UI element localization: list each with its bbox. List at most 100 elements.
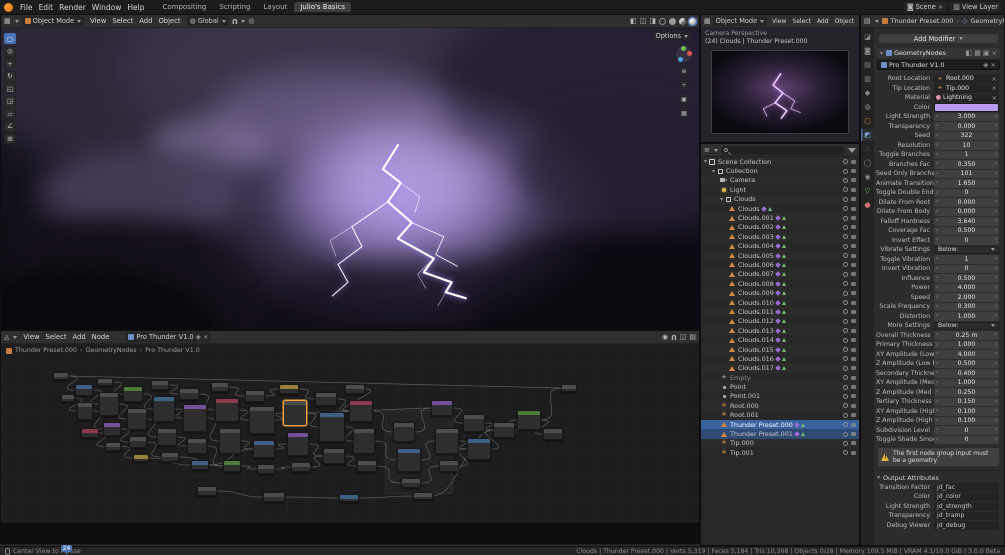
- field-material[interactable]: Lightning ×: [934, 93, 999, 102]
- disable-render-toggle[interactable]: [851, 319, 856, 324]
- tool-add-primitive[interactable]: ⊞: [4, 133, 16, 144]
- outliner-item-root-000[interactable]: Root.000: [701, 401, 859, 411]
- outliner-item-thunder-preset-001[interactable]: Thunder Preset.001: [701, 429, 859, 439]
- disable-render-toggle[interactable]: [851, 234, 856, 239]
- fake-user-icon[interactable]: ◈: [196, 333, 201, 341]
- hide-viewport-toggle[interactable]: [843, 347, 848, 352]
- outliner-item-clouds-003[interactable]: Clouds.003: [701, 232, 859, 242]
- field-branches-fac[interactable]: 0.350: [934, 160, 999, 169]
- disable-render-toggle[interactable]: [851, 225, 856, 230]
- snap-magnet-icon[interactable]: U: [232, 17, 238, 25]
- outliner-item-clouds-006[interactable]: Clouds.006: [701, 260, 859, 270]
- node[interactable]: [413, 492, 433, 500]
- node[interactable]: [183, 404, 207, 432]
- arrange-icon[interactable]: ▤: [689, 333, 696, 341]
- disable-render-toggle[interactable]: [851, 347, 856, 352]
- transform-orientation[interactable]: ◍ Global: [186, 16, 229, 26]
- hide-viewport-toggle[interactable]: [843, 450, 848, 456]
- field-invert-effect[interactable]: 0: [934, 236, 999, 245]
- field-dilate-from-body[interactable]: 0.000: [934, 207, 999, 216]
- outliner-item-root-001[interactable]: Root.001: [701, 410, 859, 420]
- outliner-item-clouds-002[interactable]: Clouds.002: [701, 222, 859, 233]
- hide-viewport-toggle[interactable]: [843, 440, 848, 446]
- field-transparency[interactable]: jd_tramp: [934, 511, 999, 520]
- viewport-menu-object[interactable]: Object: [155, 17, 183, 25]
- xray-icon[interactable]: ◨: [649, 17, 656, 25]
- node[interactable]: [151, 380, 169, 390]
- scene-selector[interactable]: ◙ Scene ×: [903, 2, 947, 12]
- hide-viewport-toggle[interactable]: [843, 281, 848, 287]
- expand-icon[interactable]: ▾: [704, 158, 707, 165]
- disable-render-toggle[interactable]: [851, 356, 856, 361]
- field-seed-only-branches[interactable]: 101: [934, 169, 999, 178]
- node[interactable]: [493, 422, 515, 438]
- outliner-item-clouds-001[interactable]: Clouds.001: [701, 213, 859, 223]
- node[interactable]: [249, 406, 275, 434]
- node[interactable]: [81, 428, 99, 438]
- playhead[interactable]: 24: [59, 545, 73, 555]
- outliner-item-clouds-014[interactable]: Clouds.014: [701, 335, 859, 345]
- hide-viewport-toggle[interactable]: [843, 412, 848, 418]
- node[interactable]: [517, 410, 541, 430]
- tool-measure[interactable]: ∠: [4, 120, 16, 132]
- node[interactable]: [283, 400, 307, 426]
- node[interactable]: [349, 400, 373, 422]
- hide-viewport-toggle[interactable]: [843, 243, 848, 249]
- disable-render-toggle[interactable]: [851, 403, 856, 408]
- expand-icon[interactable]: ▾: [712, 168, 715, 175]
- camera-menu-select[interactable]: Select: [789, 18, 814, 25]
- properties-tab-scene[interactable]: ◆: [861, 87, 874, 99]
- hide-viewport-toggle[interactable]: [843, 356, 848, 362]
- field-tip-location[interactable]: Tip.000×: [934, 84, 999, 93]
- node[interactable]: [397, 448, 421, 472]
- hide-viewport-toggle[interactable]: [843, 234, 848, 240]
- disable-render-toggle[interactable]: [851, 413, 856, 418]
- node[interactable]: [245, 390, 265, 402]
- tool-annotate[interactable]: ▱: [4, 108, 16, 119]
- field-debug-viewer[interactable]: jd_debug: [934, 521, 999, 530]
- node[interactable]: [435, 428, 459, 454]
- node[interactable]: [157, 428, 177, 446]
- node[interactable]: [561, 384, 577, 392]
- node[interactable]: [543, 428, 563, 440]
- outliner-item-scene-collection[interactable]: ▾ Scene Collection: [701, 157, 859, 167]
- node[interactable]: [279, 384, 299, 394]
- show-gizmo-icon[interactable]: ◧: [630, 17, 637, 25]
- pin-icon[interactable]: ◉: [662, 333, 668, 341]
- node[interactable]: [431, 400, 453, 416]
- properties-tab-object-data[interactable]: ▽: [861, 185, 874, 197]
- node[interactable]: [263, 492, 285, 502]
- disable-render-toggle[interactable]: [851, 187, 856, 192]
- tool-select-box[interactable]: ▢: [4, 33, 16, 44]
- breadcrumb-object[interactable]: Thunder Preset.000: [891, 17, 954, 25]
- outliner-item-thunder-preset-000[interactable]: Thunder Preset.000: [701, 419, 859, 430]
- node[interactable]: [257, 464, 275, 474]
- outliner-item-clouds[interactable]: ▾ Clouds: [701, 194, 859, 204]
- viewport-canvas[interactable]: ▢ ◎ + ↻ ◱ ◲ ▱ ∠ ⊞ Options ⊕ + ▣ ▦: [1, 28, 699, 329]
- pan-icon[interactable]: +: [679, 80, 689, 90]
- disable-render-toggle[interactable]: [851, 253, 856, 258]
- edit-mode-toggle-icon[interactable]: ◧: [966, 49, 973, 57]
- outliner-item-clouds-012[interactable]: Clouds.012: [701, 316, 859, 327]
- field-distortion[interactable]: 1.000: [934, 312, 999, 321]
- editor-type-icon[interactable]: ▦: [704, 17, 711, 25]
- disable-render-toggle[interactable]: [851, 385, 856, 390]
- field-seed[interactable]: 322: [934, 131, 999, 140]
- viewport-menu-select[interactable]: Select: [109, 17, 136, 25]
- disable-render-toggle[interactable]: [851, 216, 856, 221]
- outliner-item-collection[interactable]: ▾ Collection: [701, 166, 859, 176]
- field-speed[interactable]: 2.000: [934, 293, 999, 302]
- properties-tab-render[interactable]: ◙: [861, 45, 874, 57]
- add-modifier-button[interactable]: Add Modifier: [878, 33, 999, 44]
- disable-render-toggle[interactable]: [851, 338, 856, 343]
- disable-render-toggle[interactable]: [851, 197, 856, 202]
- disable-render-toggle[interactable]: [851, 394, 856, 399]
- disable-render-toggle[interactable]: [851, 262, 856, 267]
- properties-tab-particles[interactable]: ∴: [861, 143, 874, 155]
- tool-move[interactable]: +: [4, 58, 16, 69]
- field-tertiary-thickness-fac[interactable]: 0.150: [934, 397, 999, 406]
- view-layer-selector[interactable]: ▥ View Layer: [950, 2, 1001, 12]
- hide-viewport-toggle[interactable]: [843, 206, 848, 212]
- editor-type-icon[interactable]: ◬: [4, 333, 9, 341]
- field-z-amplitude-med-fre[interactable]: 0.250: [934, 388, 999, 397]
